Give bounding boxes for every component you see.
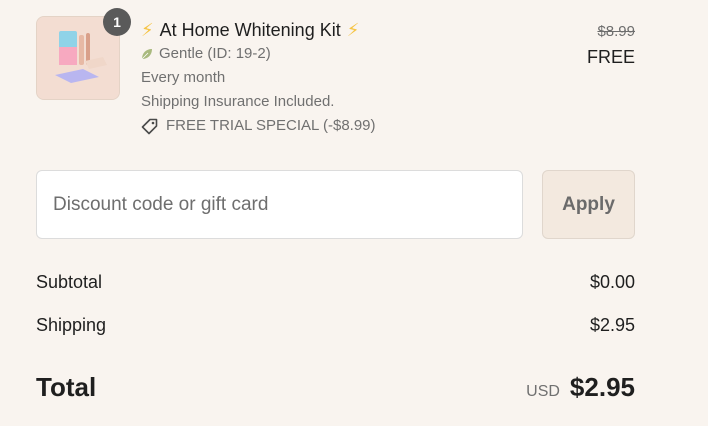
apply-discount-button[interactable]: Apply [542,170,635,239]
product-variant-line: Gentle (ID: 19-2) [141,42,376,66]
total-label: Total [36,371,97,402]
shipping-row: Shipping $2.95 [36,312,635,338]
quantity-badge: 1 [103,8,131,36]
product-title-line: ⚡ At Home Whitening Kit ⚡ [141,18,376,42]
total-price: USD $2.95 [526,372,635,403]
original-price: $8.99 [597,23,635,40]
product-frequency: Every month [141,69,226,86]
subtotal-row: Subtotal $0.00 [36,269,635,295]
product-price: $8.99 FREE [587,20,635,70]
lightning-bolt-icon: ⚡ [346,20,360,40]
discount-tag-line: FREE TRIAL SPECIAL (-$8.99) [141,114,376,138]
shipping-value: $2.95 [589,314,635,335]
leaf-icon [141,49,152,60]
final-price: FREE [586,47,635,67]
total-row: Total USD $2.95 [36,370,635,404]
total-value: $2.95 [569,371,635,402]
currency-code: USD [526,382,560,400]
cart-line-item: 1 ⚡ At Home Whitening Kit ⚡ Gentle (ID: … [0,0,708,150]
lightning-bolt-icon: ⚡ [141,20,154,40]
shipping-insurance-note: Shipping Insurance Included. [141,93,335,110]
shipping-label: Shipping [36,314,107,335]
tag-icon [141,118,158,134]
discount-tag-text: FREE TRIAL SPECIAL (-$8.99) [166,117,376,134]
product-variant: Gentle (ID: 19-2) [159,45,271,62]
product-title: At Home Whitening Kit [159,20,341,40]
discount-code-input[interactable] [36,170,523,239]
subtotal-value: $0.00 [589,271,635,292]
subtotal-label: Subtotal [36,271,103,292]
product-info: ⚡ At Home Whitening Kit ⚡ Gentle (ID: 19… [141,18,376,138]
